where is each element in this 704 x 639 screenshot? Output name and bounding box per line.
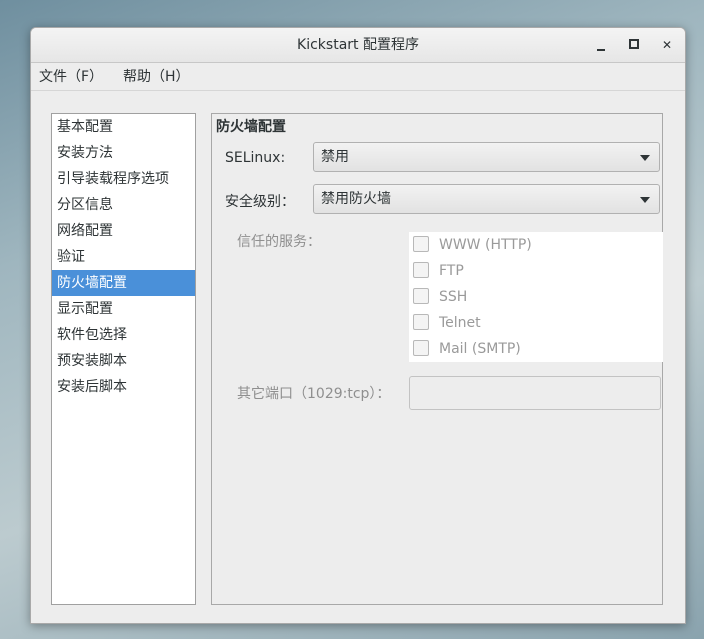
sidebar-item-packages[interactable]: 软件包选择 (52, 322, 195, 348)
sidebar-nav: 基本配置 安装方法 引导装载程序选项 分区信息 网络配置 验证 防火墙配置 显示… (51, 113, 196, 605)
close-button[interactable]: ✕ (658, 36, 676, 54)
menu-bar: 文件（F） 帮助（H） (31, 63, 685, 91)
service-telnet[interactable]: Telnet (413, 313, 481, 333)
security-level-label: 安全级别： (225, 194, 295, 210)
sidebar-item-partitions[interactable]: 分区信息 (52, 192, 195, 218)
service-mail[interactable]: Mail (SMTP) (413, 339, 521, 359)
kickstart-window: Kickstart 配置程序 ✕ 文件（F） 帮助（H） 基本配置 安装方法 引… (30, 27, 686, 624)
sidebar-item-pre-script[interactable]: 预安装脚本 (52, 348, 195, 374)
service-ssh[interactable]: SSH (413, 287, 467, 307)
checkbox-icon[interactable] (413, 340, 429, 356)
menu-file[interactable]: 文件（F） (39, 63, 103, 91)
checkbox-icon[interactable] (413, 236, 429, 252)
maximize-button[interactable] (625, 36, 643, 54)
sidebar-item-firewall[interactable]: 防火墙配置 (52, 270, 195, 296)
title-bar[interactable]: Kickstart 配置程序 ✕ (31, 28, 685, 63)
security-level-value: 禁用防火墙 (321, 191, 391, 207)
firewall-panel: 防火墙配置 SELinux: 禁用 安全级别： 禁用防火墙 信任的服务： WWW… (211, 113, 663, 605)
sidebar-item-post-script[interactable]: 安装后脚本 (52, 374, 195, 400)
sidebar-item-network[interactable]: 网络配置 (52, 218, 195, 244)
sidebar-item-basic[interactable]: 基本配置 (52, 114, 195, 140)
selinux-dropdown[interactable]: 禁用 (313, 142, 660, 172)
other-ports-label: 其它端口（1029:tcp）： (237, 386, 391, 402)
service-www[interactable]: WWW (HTTP) (413, 235, 532, 255)
sidebar-item-bootloader[interactable]: 引导装载程序选项 (52, 166, 195, 192)
service-ftp[interactable]: FTP (413, 261, 464, 281)
trusted-services-label: 信任的服务： (237, 234, 321, 250)
sidebar-item-display[interactable]: 显示配置 (52, 296, 195, 322)
selinux-value: 禁用 (321, 149, 349, 165)
minimize-icon (597, 49, 605, 51)
other-ports-input[interactable] (409, 376, 661, 410)
sidebar-item-install-method[interactable]: 安装方法 (52, 140, 195, 166)
checkbox-icon[interactable] (413, 288, 429, 304)
chevron-down-icon (640, 197, 650, 203)
window-title: Kickstart 配置程序 (297, 37, 419, 53)
checkbox-icon[interactable] (413, 262, 429, 278)
selinux-label: SELinux: (225, 150, 286, 166)
chevron-down-icon (640, 155, 650, 161)
security-level-dropdown[interactable]: 禁用防火墙 (313, 184, 660, 214)
minimize-button[interactable] (592, 36, 610, 54)
maximize-icon (629, 39, 639, 49)
close-icon: ✕ (661, 38, 673, 52)
sidebar-item-authentication[interactable]: 验证 (52, 244, 195, 270)
checkbox-icon[interactable] (413, 314, 429, 330)
trusted-services-list: WWW (HTTP) FTP SSH Telnet Mail (SMTP) (409, 232, 663, 362)
menu-help[interactable]: 帮助（H） (123, 63, 190, 91)
